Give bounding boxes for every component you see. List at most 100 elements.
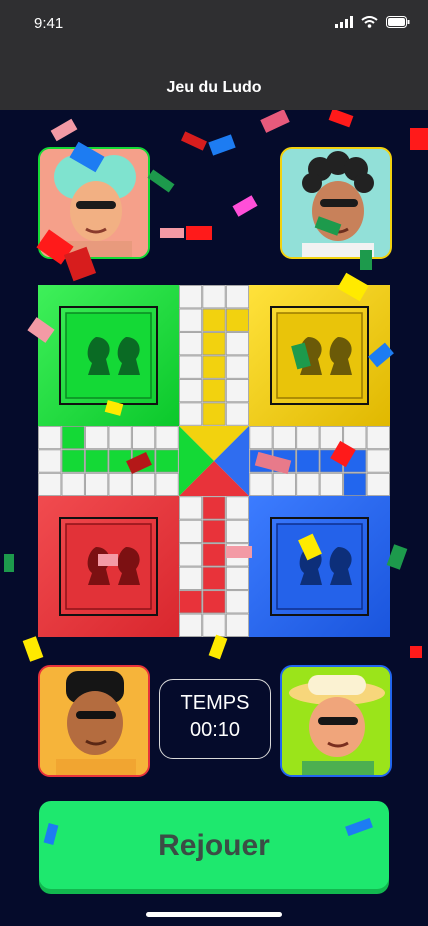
track-cell xyxy=(225,613,249,637)
avatar-straw-hat-icon xyxy=(282,667,390,775)
player-avatar-top-right[interactable] xyxy=(280,147,392,259)
pawn-yellow-2[interactable] xyxy=(329,337,352,375)
track-cell xyxy=(85,472,109,496)
track-cell xyxy=(225,543,249,567)
status-time: 9:41 xyxy=(34,15,64,32)
track-cell xyxy=(319,472,343,496)
track-cell xyxy=(225,355,249,379)
track-cell xyxy=(132,425,156,450)
track-cell xyxy=(225,308,249,332)
track-cell xyxy=(296,425,320,450)
home-green xyxy=(38,285,179,426)
avatar-black-hair-icon xyxy=(40,667,148,775)
pawn-yellow-1[interactable] xyxy=(299,337,322,375)
track-cell xyxy=(343,472,367,496)
pawn-green-2[interactable] xyxy=(117,337,140,375)
track-cell xyxy=(61,472,85,496)
track-cell xyxy=(178,308,203,332)
track-cell xyxy=(155,449,179,473)
track-cell xyxy=(225,566,249,590)
track-cell xyxy=(225,379,249,403)
track-cell xyxy=(202,613,226,637)
page-title: Jeu du Ludo xyxy=(166,79,262,96)
timer-box: TEMPS 00:10 xyxy=(159,679,271,759)
track-cell xyxy=(38,449,62,473)
track-cell xyxy=(296,449,320,473)
track-cell xyxy=(272,472,296,496)
track-cell xyxy=(61,449,85,473)
track-cell xyxy=(108,472,132,496)
track-cell xyxy=(178,590,203,614)
avatar-braids-icon xyxy=(282,149,390,257)
replay-button-label: Rejouer xyxy=(158,829,270,862)
track-cell xyxy=(38,472,62,496)
pawn-blue-2[interactable] xyxy=(329,547,352,585)
track-cell xyxy=(225,332,249,356)
track-cell xyxy=(178,519,203,543)
timer-label: TEMPS xyxy=(180,692,250,714)
ludo-board xyxy=(38,285,390,637)
avatar-mint-hair-icon xyxy=(40,149,148,257)
track-cell xyxy=(272,425,296,450)
track-cell xyxy=(202,308,226,332)
track-cell xyxy=(178,402,203,426)
pawn-blue-1[interactable] xyxy=(299,547,322,585)
track-cell xyxy=(319,449,343,473)
track-cell xyxy=(178,355,203,379)
battery-icon xyxy=(386,16,410,28)
track-cell xyxy=(202,402,226,426)
signal-icon xyxy=(335,16,353,28)
track-cell xyxy=(343,425,367,450)
track-cell xyxy=(202,379,226,403)
track-cell xyxy=(225,590,249,614)
player-avatar-bottom-left[interactable] xyxy=(38,665,150,777)
wifi-icon xyxy=(361,16,378,28)
track-cell xyxy=(85,425,109,450)
app-header: Jeu du Ludo xyxy=(0,48,428,110)
track-cell xyxy=(178,379,203,403)
track-cell xyxy=(85,449,109,473)
track-cell xyxy=(366,425,390,450)
track-cell xyxy=(319,425,343,450)
track-cell xyxy=(202,543,226,567)
track-cell xyxy=(202,590,226,614)
track-cell xyxy=(225,285,249,309)
timer-value: 00:10 xyxy=(189,719,241,741)
pawn-red-2[interactable] xyxy=(117,547,140,585)
track-cell xyxy=(132,472,156,496)
track-cell xyxy=(249,425,273,450)
track-cell xyxy=(225,519,249,543)
track-cell xyxy=(178,332,203,356)
track-cell xyxy=(155,425,179,450)
pawn-red-1[interactable] xyxy=(87,547,110,585)
track-cell xyxy=(108,449,132,473)
track-cell xyxy=(38,425,62,450)
track-cell xyxy=(296,472,320,496)
track-cell xyxy=(249,449,273,473)
track-cell xyxy=(343,449,367,473)
track-cell xyxy=(178,543,203,567)
track-cell xyxy=(108,425,132,450)
track-cell xyxy=(225,402,249,426)
status-bar: 9:41 xyxy=(0,0,428,48)
status-icons xyxy=(335,16,410,28)
track-cell xyxy=(225,496,249,520)
pawn-green-1[interactable] xyxy=(87,337,110,375)
board-svg xyxy=(38,285,390,637)
track-cell xyxy=(61,425,85,450)
track-cell xyxy=(178,566,203,590)
player-avatar-top-left[interactable] xyxy=(38,147,150,259)
board-center xyxy=(179,426,249,496)
track-cell xyxy=(202,566,226,590)
home-indicator[interactable] xyxy=(146,912,282,917)
track-cell xyxy=(249,472,273,496)
track-cell xyxy=(202,496,226,520)
home-red xyxy=(38,496,179,637)
track-cell xyxy=(132,449,156,473)
track-cell xyxy=(202,332,226,356)
replay-button[interactable]: Rejouer xyxy=(39,801,389,889)
track-cell xyxy=(178,496,203,520)
player-avatar-bottom-right[interactable] xyxy=(280,665,392,777)
track-cell xyxy=(178,285,203,309)
track-cell xyxy=(272,449,296,473)
